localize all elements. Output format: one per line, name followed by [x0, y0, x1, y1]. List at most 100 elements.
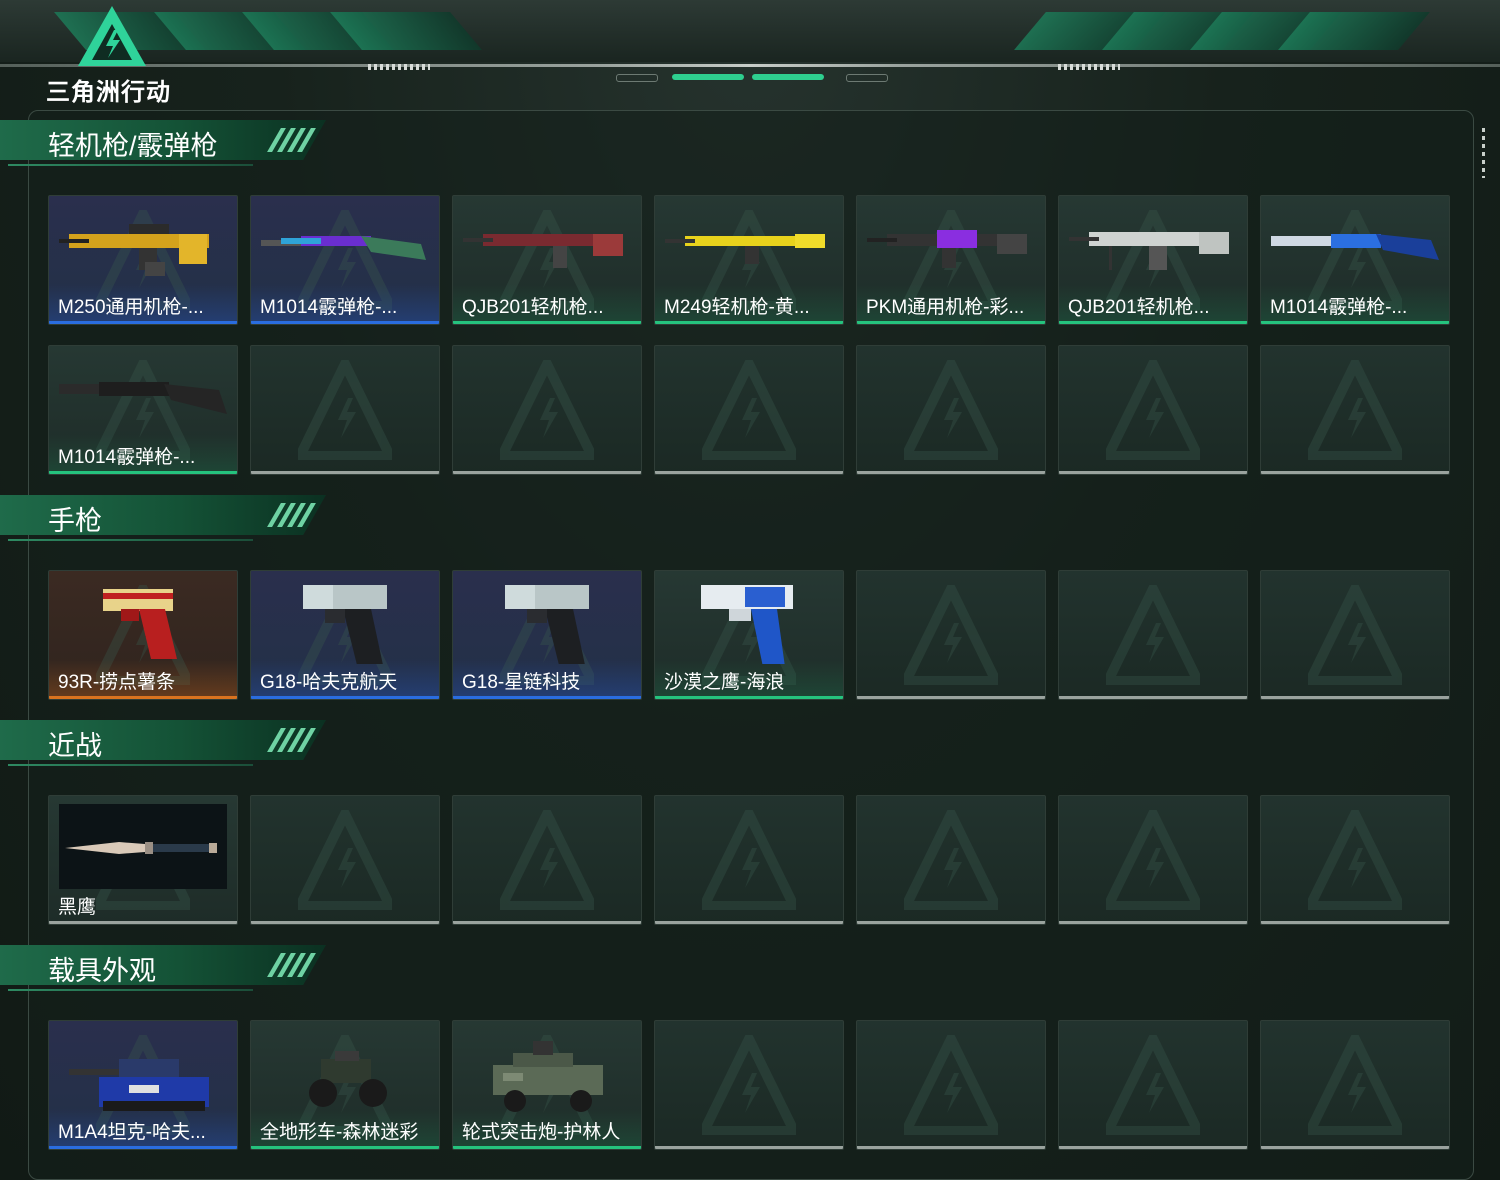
machine-gun-purple-icon [867, 230, 1027, 268]
rarity-bar [1261, 921, 1449, 924]
rarity-bar [1059, 696, 1247, 699]
item-name: M249轻机枪-黄... [664, 297, 810, 318]
empty-slot [250, 795, 440, 925]
section-title: 轻机枪/霰弹枪 [48, 131, 218, 161]
empty-slot [1260, 1020, 1450, 1150]
delta-watermark-icon [702, 360, 796, 460]
empty-slot [856, 345, 1046, 475]
rarity-bar [251, 471, 439, 474]
empty-slot [1260, 795, 1450, 925]
rarity-bar [49, 471, 237, 474]
header-indicator-active [752, 74, 824, 80]
delta-watermark-icon [1308, 585, 1402, 685]
header-divider [0, 64, 1500, 67]
rarity-bar [453, 921, 641, 924]
machine-gun-white-icon [1069, 232, 1229, 270]
shotgun-purple-icon [261, 236, 426, 260]
machine-gun-yellow-icon [665, 234, 825, 264]
rarity-bar [1059, 1146, 1247, 1149]
atv-icon [309, 1051, 387, 1107]
rarity-bar [453, 1146, 641, 1149]
empty-slot [452, 345, 642, 475]
item-card[interactable]: M1014霰弹枪-... [1260, 195, 1450, 325]
rarity-bar [1261, 1146, 1449, 1149]
item-card[interactable]: M1014霰弹枪-... [250, 195, 440, 325]
item-card[interactable]: 轮式突击炮-护林人 [452, 1020, 642, 1150]
delta-watermark-icon [904, 585, 998, 685]
empty-slot [1058, 795, 1248, 925]
section-underline [8, 539, 253, 541]
delta-watermark-icon [298, 360, 392, 460]
empty-slot [856, 1020, 1046, 1150]
delta-watermark-icon [1106, 1035, 1200, 1135]
pistol-deagle-icon [701, 585, 793, 664]
item-name: M1014霰弹枪-... [1270, 297, 1408, 318]
rarity-bar [655, 1146, 843, 1149]
header-dash [1058, 64, 1120, 70]
rarity-bar [1261, 471, 1449, 474]
shotgun-blue-icon [1271, 234, 1439, 260]
section-header: 手枪 [0, 495, 332, 547]
item-card[interactable]: M1014霰弹枪-... [48, 345, 238, 475]
delta-watermark-icon [904, 810, 998, 910]
rarity-bar [453, 471, 641, 474]
item-card[interactable]: M1A4坦克-哈夫... [48, 1020, 238, 1150]
delta-watermark-icon [1308, 360, 1402, 460]
rarity-bar [453, 321, 641, 324]
rarity-bar [1059, 321, 1247, 324]
item-card[interactable]: 沙漠之鹰-海浪 [654, 570, 844, 700]
item-name: QJB201轻机枪... [1068, 297, 1210, 318]
header-dash [368, 64, 430, 70]
scrollbar[interactable] [1482, 128, 1485, 178]
machine-gun-red-icon [463, 234, 623, 268]
item-name: 轮式突击炮-护林人 [462, 1122, 621, 1143]
item-card[interactable]: M250通用机枪-... [48, 195, 238, 325]
rarity-bar [49, 321, 237, 324]
item-card[interactable]: G18-哈夫克航天 [250, 570, 440, 700]
machine-gun-gold-icon [59, 224, 209, 276]
pistol-glock-icon [505, 585, 589, 664]
item-name: G18-哈夫克航天 [260, 672, 398, 693]
delta-logo-icon [78, 6, 146, 66]
section-underline [8, 989, 253, 991]
section-underline [8, 764, 253, 766]
rarity-bar [453, 696, 641, 699]
header-indicator [616, 74, 658, 82]
item-card[interactable]: 93R-捞点薯条 [48, 570, 238, 700]
item-name: 全地形车-森林迷彩 [260, 1122, 419, 1143]
item-card[interactable]: QJB201轻机枪... [1058, 195, 1248, 325]
empty-slot [250, 345, 440, 475]
item-name: 黑鹰 [58, 897, 97, 918]
rarity-bar [1261, 321, 1449, 324]
item-card[interactable]: QJB201轻机枪... [452, 195, 642, 325]
armored-car-icon [493, 1041, 603, 1112]
rarity-bar [1059, 471, 1247, 474]
rarity-bar [1261, 696, 1449, 699]
delta-watermark-icon [1106, 585, 1200, 685]
header: 三角洲行动 [0, 0, 1500, 106]
item-name: PKM通用机枪-彩... [866, 297, 1025, 318]
item-card[interactable]: M249轻机枪-黄... [654, 195, 844, 325]
tank-icon [69, 1059, 209, 1111]
item-card[interactable]: 黑鹰 [48, 795, 238, 925]
delta-watermark-icon [702, 810, 796, 910]
delta-watermark-icon [1308, 1035, 1402, 1135]
rarity-bar [49, 1146, 237, 1149]
rarity-bar [655, 921, 843, 924]
rarity-bar [655, 471, 843, 474]
item-name: QJB201轻机枪... [462, 297, 604, 318]
header-indicator [846, 74, 888, 82]
item-card[interactable]: PKM通用机枪-彩... [856, 195, 1046, 325]
delta-watermark-icon [904, 1035, 998, 1135]
rarity-bar [857, 321, 1045, 324]
rarity-bar [49, 696, 237, 699]
item-card[interactable]: 全地形车-森林迷彩 [250, 1020, 440, 1150]
empty-slot [1058, 570, 1248, 700]
empty-slot [1058, 1020, 1248, 1150]
item-name: M250通用机枪-... [58, 297, 204, 318]
empty-slot [1260, 345, 1450, 475]
header-indicator-active [672, 74, 744, 80]
rarity-bar [857, 696, 1045, 699]
delta-watermark-icon [1106, 810, 1200, 910]
item-card[interactable]: G18-星链科技 [452, 570, 642, 700]
